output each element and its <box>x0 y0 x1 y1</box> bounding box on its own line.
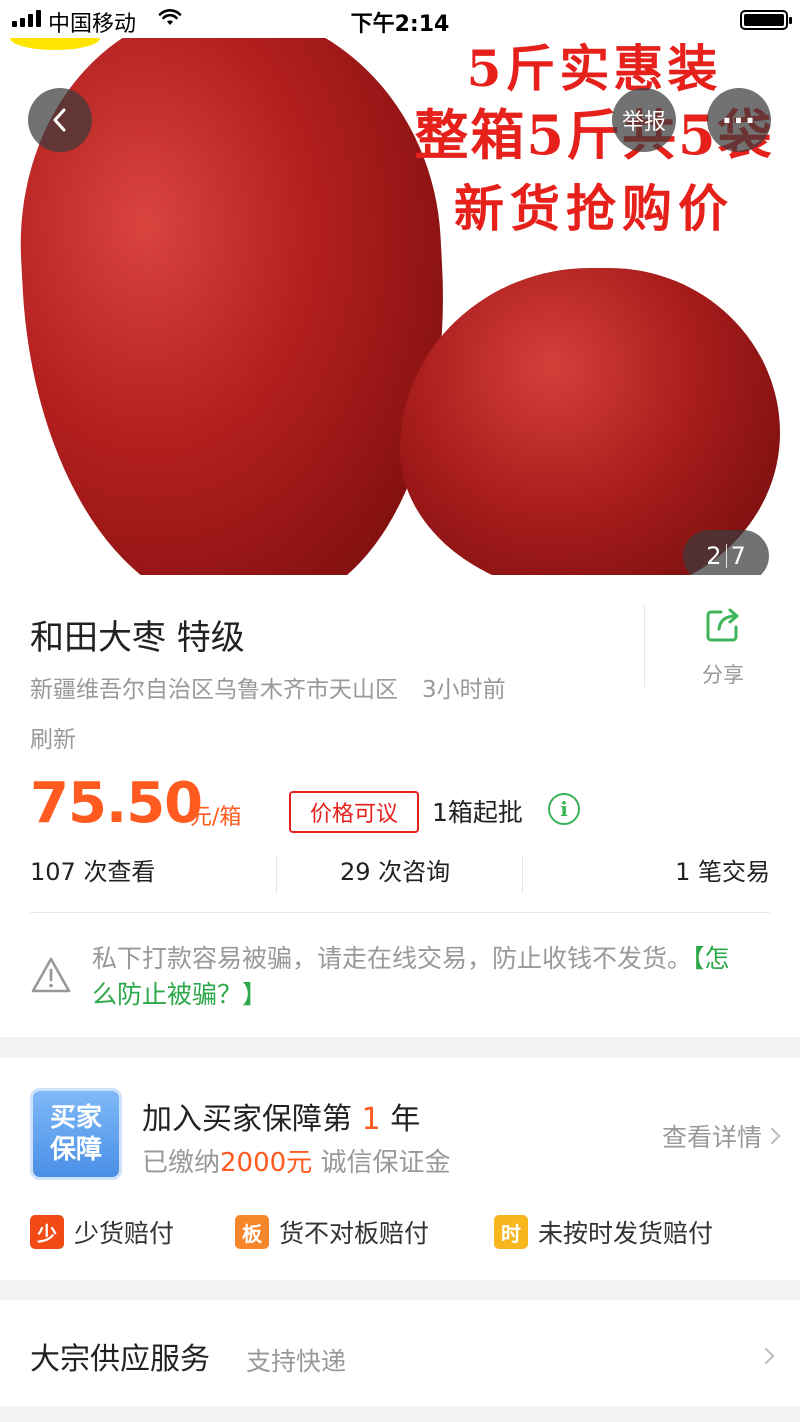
jujube-image-secondary <box>400 268 780 575</box>
divider <box>30 912 770 913</box>
promo-line: 新货抢购价 <box>454 179 734 238</box>
product-title: 和田大枣 特级 <box>30 618 245 658</box>
product-image-carousel[interactable]: 5斤实惠装 整箱5斤共5袋 新货抢购价 举报 ··· 2 7 <box>0 38 800 575</box>
deposit-text: 已缴纳 <box>142 1148 221 1178</box>
minimum-order: 1箱起批 <box>432 798 523 827</box>
location-text: 新疆维吾尔自治区乌鲁木齐市天山区 <box>30 677 398 703</box>
warning-icon <box>31 957 71 993</box>
divider <box>522 855 523 893</box>
chevron-left-icon <box>53 108 66 132</box>
chevron-right-icon <box>757 1347 775 1365</box>
report-button[interactable]: 举报 <box>612 88 676 152</box>
badge-text: 买家 <box>49 1103 102 1133</box>
share-icon <box>706 608 739 642</box>
status-time: 下午2:14 <box>350 12 450 37</box>
fraud-warning: 私下打款容易被骗，请走在线交易，防止收钱不发货。【怎么防止被骗？】 <box>92 941 752 1013</box>
negotiable-badge: 价格可议 <box>289 791 419 833</box>
back-button[interactable] <box>28 88 92 152</box>
perk-mismatch-compensation: 板 货不对板赔付 <box>235 1214 429 1250</box>
perk-label: 未按时发货赔付 <box>538 1219 714 1248</box>
battery-icon <box>740 10 792 30</box>
counter-separator <box>725 544 727 568</box>
buyer-guarantee-card[interactable]: 买家 保障 加入买家保障第 1 年 已缴纳2000元 诚信保证金 查看详情 少 … <box>0 1058 800 1280</box>
guarantee-title-text: 年 <box>390 1102 421 1137</box>
divider <box>276 855 277 893</box>
price-unit: 元/箱 <box>190 805 242 830</box>
deposit-text: 诚信保证金 <box>320 1148 451 1178</box>
more-options-button[interactable]: ··· <box>707 88 771 152</box>
guarantee-title: 加入买家保障第 1 年 <box>142 1094 420 1138</box>
bulk-supply-row[interactable]: 大宗供应服务 支持快递 <box>0 1300 800 1406</box>
bulk-supply-title: 大宗供应服务 <box>30 1342 210 1377</box>
mismatch-icon: 板 <box>235 1215 269 1249</box>
divider <box>644 605 645 687</box>
image-decoration <box>10 38 100 50</box>
image-counter: 2 7 <box>683 530 769 575</box>
view-details-link[interactable]: 查看详情 <box>661 1118 781 1154</box>
share-button[interactable]: 分享 <box>690 605 756 689</box>
bulk-supply-subtitle: 支持快递 <box>246 1347 347 1376</box>
buyer-guarantee-badge: 买家 保障 <box>30 1088 122 1180</box>
refresh-label: 刷新 <box>30 727 76 753</box>
perk-shortage-compensation: 少 少货赔付 <box>30 1214 174 1250</box>
chevron-right-icon <box>763 1127 781 1145</box>
clock-icon: 时 <box>494 1215 528 1249</box>
perk-late-delivery-compensation: 时 未按时发货赔付 <box>494 1214 713 1250</box>
counter-total: 7 <box>730 542 746 570</box>
warning-text: 私下打款容易被骗，请走在线交易，防止收钱不发货。 <box>92 944 693 973</box>
guarantee-deposit: 已缴纳2000元 诚信保证金 <box>142 1142 450 1179</box>
product-price: 75.50 <box>30 771 203 836</box>
product-location: 新疆维吾尔自治区乌鲁木齐市天山区 3小时前 刷新 <box>30 665 590 765</box>
info-icon[interactable]: i <box>548 793 580 825</box>
perk-label: 货不对板赔付 <box>279 1219 430 1248</box>
product-info-card: 和田大枣 特级 新疆维吾尔自治区乌鲁木齐市天山区 3小时前 刷新 分享 75.50… <box>0 575 800 1037</box>
share-label: 分享 <box>702 663 744 687</box>
shortage-icon: 少 <box>30 1215 64 1249</box>
views-count: 107 次查看 <box>30 858 156 886</box>
inquiries-count: 29 次咨询 <box>340 858 451 886</box>
deposit-amount: 2000元 <box>220 1148 313 1178</box>
guarantee-title-text: 加入买家保障第 <box>142 1102 352 1137</box>
counter-current: 2 <box>706 542 722 570</box>
view-details-label: 查看详情 <box>661 1123 762 1152</box>
refresh-time: 3小时前 <box>422 677 506 703</box>
status-bar: 中国移动 下午2:14 <box>0 0 800 38</box>
product-stats: 107 次查看 29 次咨询 1 笔交易 <box>30 851 770 893</box>
badge-text: 保障 <box>49 1135 102 1165</box>
guarantee-year: 1 <box>361 1102 381 1137</box>
promo-line: 5斤实惠装 <box>466 39 722 98</box>
trades-count: 1 笔交易 <box>675 858 770 886</box>
perk-label: 少货赔付 <box>74 1219 175 1248</box>
